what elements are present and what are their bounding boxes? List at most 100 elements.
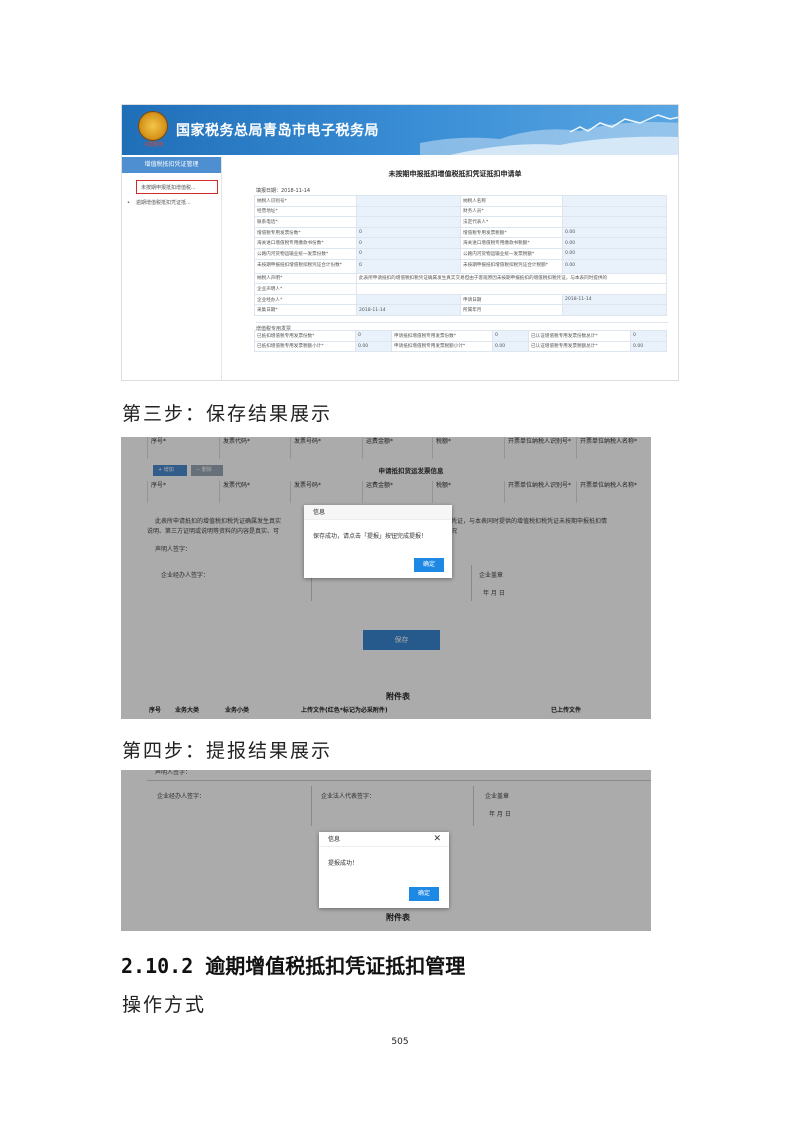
field-label: 已抵扣增值税专用发票税额小计*	[254, 340, 356, 353]
field-value[interactable]: 0.00	[492, 340, 529, 353]
field-value[interactable]: 2018-11-14	[562, 293, 667, 306]
field-value[interactable]	[356, 205, 461, 218]
sidebar-item-label: 未按期申报抵扣增值税...	[141, 185, 196, 191]
form-screenshot: 中国税务 国家税务总局青岛市电子税务局 增值税抵扣凭证管理 • 未按期申报抵扣增…	[121, 104, 679, 381]
dialog-message: 保存成功，请点击「提报」按钮完成提报！	[313, 533, 428, 540]
field-value[interactable]: 0	[356, 247, 461, 260]
site-banner: 中国税务 国家税务总局青岛市电子税务局	[122, 105, 678, 155]
field-value[interactable]: 0.00	[562, 258, 667, 274]
field-label: 纳税人识别号*	[254, 195, 357, 207]
save-result-screenshot: 序号* 发票代码* 发票号码* 运费金额* 税额* 开票单位纳税人识别号* 开票单位纳税人名…	[121, 437, 651, 719]
field-label: 财务人员*	[460, 205, 563, 218]
field-value[interactable]	[356, 293, 461, 306]
field-value[interactable]: 0	[630, 329, 667, 342]
bullet-icon: •	[127, 200, 130, 206]
invoice-row: 已抵扣增值税专用发票份数* 0 申请抵扣增值税专用发票份数* 0 已认证增值税专用发票份…	[254, 329, 667, 342]
bureau-title: 国家税务总局青岛市电子税务局	[176, 123, 379, 139]
section-heading: 2.10.2 逾期增值税抵扣凭证抵扣管理	[121, 954, 466, 978]
field-label: 申请抵扣增值税专用发票份数*	[391, 329, 493, 342]
method-text: 操作方式	[122, 994, 207, 1016]
submit-success-dialog: 信息 ✕ 提报成功！ 确定	[319, 832, 449, 908]
form-row: 联系电话* 法定代表人*	[254, 216, 667, 228]
field-value	[356, 283, 667, 295]
invoice-section-title: 增值税专用发票	[256, 321, 668, 332]
dialog-title: 信息	[328, 836, 341, 843]
field-label: 已认证增值税专用发票税额总计*	[528, 340, 631, 353]
field-label: 所属年月	[460, 304, 563, 316]
field-value[interactable]: 2018-11-14	[356, 304, 461, 316]
application-form: 未按期申报抵扣增值税抵扣凭证抵扣申请单 填报日期：2018-11-14 纳税人识…	[230, 157, 678, 380]
field-label: 纳税人名称	[460, 195, 563, 207]
close-icon[interactable]: ✕	[433, 832, 441, 847]
field-label: 采集日期*	[254, 304, 357, 316]
field-label: 经营地址*	[254, 205, 357, 218]
page-number: 505	[391, 1037, 409, 1047]
field-label: 纳税人声明*	[254, 272, 357, 285]
save-success-dialog: 信息 保存成功，请点击「提报」按钮完成提报！ 确定	[304, 505, 452, 578]
field-value[interactable]: 0	[492, 329, 529, 342]
field-value[interactable]	[356, 216, 461, 228]
field-value[interactable]	[562, 195, 667, 207]
sidebar-item-unfiled-deduction[interactable]: • 未按期申报抵扣增值税...	[136, 180, 218, 194]
caption-step-3: 第三步：保存结果展示	[122, 403, 333, 425]
tax-emblem-icon	[138, 111, 168, 141]
field-label: 法定代表人*	[460, 216, 563, 228]
invoice-row: 已抵扣增值税专用发票税额小计* 0.00 申请抵扣增值税专用发票税额小计* 0.00 已…	[254, 340, 667, 353]
form-row: 纳税人识别号* 纳税人名称	[254, 195, 667, 207]
form-row: 海关进口增值税专用缴款书份数* 0 海关进口增值税专用缴款书税额* 0.00	[254, 237, 667, 249]
field-value[interactable]: 0	[356, 258, 461, 274]
fill-date: 填报日期：2018-11-14	[256, 188, 311, 194]
form-table: 纳税人识别号* 纳税人名称 经营地址* 财务人员* 联系电话* 法定代表人* 增值税专用发票…	[254, 195, 667, 316]
field-value[interactable]	[562, 304, 667, 316]
sidebar: 增值税抵扣凭证管理 • 未按期申报抵扣增值税... • 逾期增值税抵扣凭证抵..…	[122, 157, 222, 380]
dialog-title: 信息	[304, 505, 452, 520]
field-label: 申请抵扣增值税专用发票税额小计*	[391, 340, 493, 353]
field-label: 企业声明人*	[254, 283, 357, 295]
field-label: 增值税专用发票份数*	[254, 226, 357, 239]
sidebar-header[interactable]: 增值税抵扣凭证管理	[122, 157, 221, 173]
great-wall-illustration	[420, 114, 678, 155]
ok-button[interactable]: 确定	[414, 558, 444, 572]
field-value[interactable]: 0.00	[562, 247, 667, 260]
field-value[interactable]: 0.00	[630, 340, 667, 353]
field-label: 申请日期	[460, 293, 563, 306]
agent-row: 企业经办人* 申请日期 2018-11-14	[254, 293, 667, 306]
enterprise-declarant-row: 企业声明人*	[254, 283, 667, 295]
dialog-message: 提报成功！	[328, 860, 359, 867]
dialog-title-bar: 信息 ✕	[319, 832, 449, 847]
field-label: 未按期申报抵扣增值税扣税凭证合计份数*	[254, 258, 357, 274]
invoice-table: 已抵扣增值税专用发票份数* 0 申请抵扣增值税专用发票份数* 0 已认证增值税专用发票份…	[254, 329, 667, 353]
sidebar-item-label: 逾期增值税抵扣凭证抵...	[136, 200, 191, 206]
field-value[interactable]	[562, 216, 667, 228]
collect-row: 采集日期* 2018-11-14 所属年月	[254, 304, 667, 316]
caption-step-4: 第四步：提报结果展示	[122, 740, 333, 762]
ok-button[interactable]: 确定	[409, 887, 439, 901]
field-value[interactable]	[562, 205, 667, 218]
modal-overlay[interactable]	[121, 437, 651, 719]
submit-result-screenshot: 声明人签字： 企业经办人签字： 企业法人代表签字： 企业盖章 年 月 日 附件表…	[121, 770, 651, 931]
field-value[interactable]: 0	[355, 329, 392, 342]
field-label: 增值税专用发票税额*	[460, 226, 563, 239]
form-title: 未按期申报抵扣增值税抵扣凭证抵扣申请单	[388, 170, 522, 178]
emblem-caption: 中国税务	[143, 142, 164, 148]
declaration-row: 纳税人声明* 此表所申请抵扣的增值税扣税凭证确属发生真实交易但由于客观原因未按期申…	[254, 272, 667, 285]
form-row: 公路内河货物运输业统一发票份数* 0 公路内河货物运输业统一发票税额* 0.00	[254, 247, 667, 260]
form-row-total: 未按期申报抵扣增值税扣税凭证合计份数* 0 未按期申报抵扣增值税扣税凭证合计税额* 0…	[254, 258, 667, 274]
form-row: 增值税专用发票份数* 0 增值税专用发票税额* 0.00	[254, 226, 667, 239]
field-label: 已认证增值税专用发票份数总计*	[528, 329, 631, 342]
field-value[interactable]	[356, 195, 461, 207]
sidebar-item-overdue-deduction[interactable]: • 逾期增值税抵扣凭证抵...	[122, 196, 221, 210]
declaration-text: 此表所申请抵扣的增值税扣税凭证确属发生真实交易但由于客观原因未按期申报抵扣的增值…	[356, 272, 667, 285]
field-value[interactable]: 0.00	[562, 226, 667, 239]
field-label: 海关进口增值税专用缴款书份数*	[254, 237, 357, 249]
field-value[interactable]: 0.00	[355, 340, 392, 353]
field-value[interactable]: 0	[356, 226, 461, 239]
field-label: 企业经办人*	[254, 293, 357, 306]
field-label: 未按期申报抵扣增值税扣税凭证合计税额*	[460, 258, 563, 274]
field-label: 联系电话*	[254, 216, 357, 228]
field-label: 海关进口增值税专用缴款书税额*	[460, 237, 563, 249]
field-label: 已抵扣增值税专用发票份数*	[254, 329, 356, 342]
field-value[interactable]: 0	[356, 237, 461, 249]
field-value[interactable]: 0.00	[562, 237, 667, 249]
form-row: 经营地址* 财务人员*	[254, 205, 667, 218]
